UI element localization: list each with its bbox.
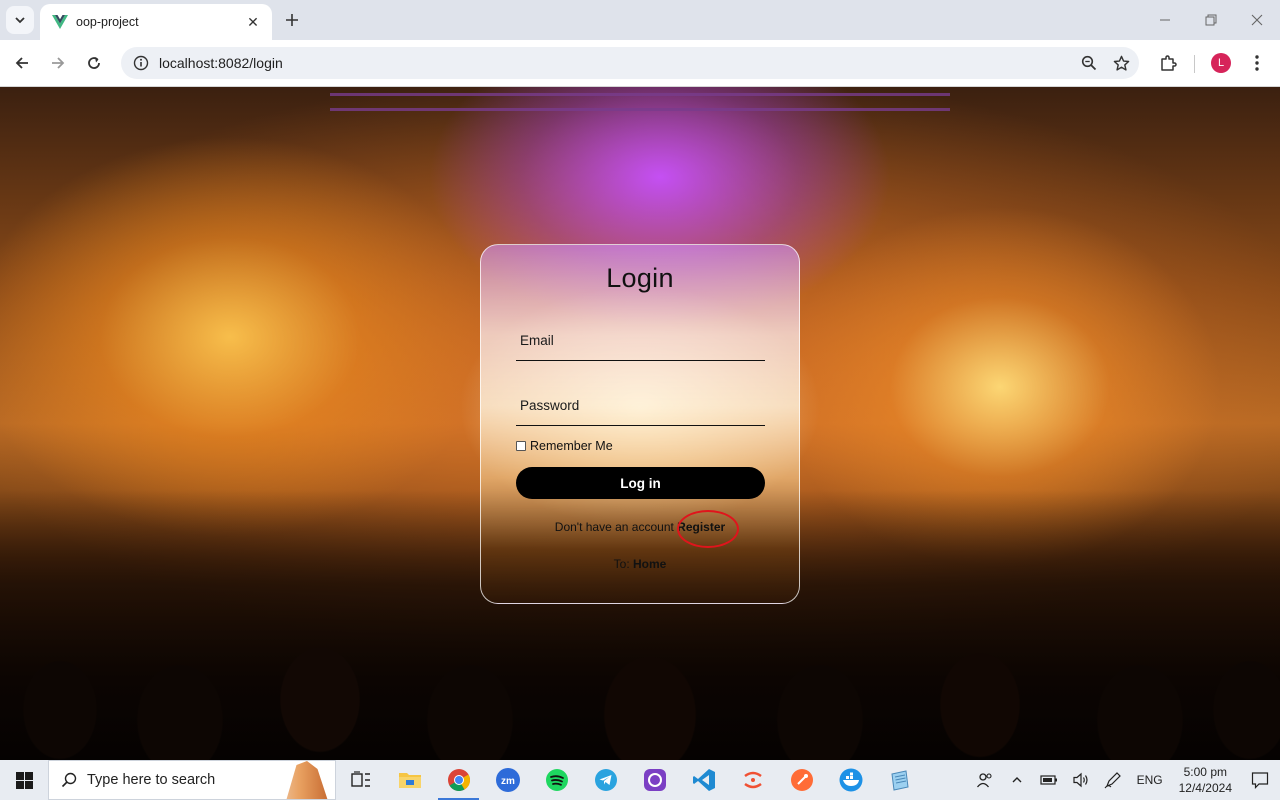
new-tab-button[interactable]	[280, 8, 304, 32]
no-account-text: Don't have an account	[554, 520, 674, 534]
pen-icon[interactable]	[1097, 760, 1129, 800]
telegram-button[interactable]	[581, 760, 630, 800]
email-field[interactable]	[516, 321, 765, 361]
restore-icon	[1205, 14, 1217, 26]
telegram-icon	[594, 769, 617, 791]
start-button[interactable]	[0, 760, 48, 800]
taskbar-search[interactable]: Type here to search	[48, 760, 336, 800]
close-icon[interactable]: ✕	[244, 13, 262, 31]
back-button[interactable]	[9, 50, 35, 76]
zoom-app-icon: zm	[495, 768, 520, 792]
language-indicator[interactable]: ENG	[1129, 773, 1171, 787]
chrome-icon	[447, 769, 470, 791]
git-button[interactable]	[728, 760, 777, 800]
to-text: To:	[613, 557, 630, 571]
clock-date: 12/4/2024	[1178, 781, 1232, 795]
forward-button[interactable]	[45, 50, 71, 76]
browser-toolbar: localhost:8082/login L	[0, 40, 1280, 87]
window-controls	[1142, 0, 1280, 40]
docker-button[interactable]	[826, 760, 875, 800]
notepad-icon	[890, 770, 909, 791]
zoom-button[interactable]: zm	[483, 760, 532, 800]
spotify-button[interactable]	[532, 760, 581, 800]
vue-icon	[52, 14, 68, 30]
address-bar[interactable]: localhost:8082/login	[121, 47, 1139, 79]
spotify-icon	[545, 769, 568, 791]
people-icon[interactable]	[969, 760, 1001, 800]
system-tray: ENG 5:00 pm 12/4/2024	[969, 760, 1280, 800]
puzzle-icon	[1161, 55, 1177, 71]
file-explorer-button[interactable]	[385, 760, 434, 800]
home-link[interactable]: Home	[633, 557, 666, 571]
remember-me[interactable]: Remember Me	[516, 439, 613, 453]
close-window-button[interactable]	[1234, 0, 1280, 40]
minimize-icon	[1160, 19, 1170, 21]
page-title: Login	[606, 263, 674, 293]
arrow-left-icon	[15, 57, 28, 69]
battery-icon[interactable]	[1033, 760, 1065, 800]
docker-icon	[839, 768, 862, 792]
taskbar: Type here to search zm ENG 5:00 pm 12/4/…	[0, 760, 1280, 800]
annotation-circle	[677, 510, 739, 548]
clock[interactable]: 5:00 pm 12/4/2024	[1171, 764, 1240, 796]
reload-button[interactable]	[81, 50, 107, 76]
vscode-button[interactable]	[679, 760, 728, 800]
menu-button[interactable]	[1244, 50, 1270, 76]
info-icon[interactable]	[133, 55, 149, 71]
search-placeholder: Type here to search	[87, 772, 216, 788]
login-button[interactable]: Log in	[516, 467, 765, 499]
minimize-button[interactable]	[1142, 0, 1188, 40]
chevron-down-icon	[15, 17, 25, 24]
browser-tab[interactable]: oop-project ✕	[40, 4, 272, 40]
search-icon	[61, 772, 77, 788]
star-icon[interactable]	[1107, 49, 1135, 77]
vscode-icon	[692, 769, 715, 791]
postman-button[interactable]	[777, 760, 826, 800]
volume-icon[interactable]	[1065, 760, 1097, 800]
home-prompt: To: Home	[481, 557, 799, 571]
password-input[interactable]	[516, 386, 765, 425]
folder-icon	[398, 773, 421, 788]
email-input[interactable]	[516, 321, 765, 360]
login-card: Login Remember Me Log in Don't have an a…	[480, 244, 800, 604]
password-field[interactable]	[516, 386, 765, 426]
github-icon	[643, 769, 666, 791]
github-desktop-button[interactable]	[630, 760, 679, 800]
notification-button[interactable]	[1240, 760, 1280, 800]
zoom-icon[interactable]	[1075, 49, 1103, 77]
restore-button[interactable]	[1188, 0, 1234, 40]
search-highlight-image	[286, 761, 328, 799]
avatar: L	[1211, 53, 1231, 73]
tab-title: oop-project	[76, 15, 139, 29]
url-text[interactable]: localhost:8082/login	[159, 55, 1075, 71]
chrome-button[interactable]	[434, 760, 483, 800]
toolbar-divider	[1194, 55, 1195, 73]
clock-time: 5:00 pm	[1183, 765, 1227, 779]
plus-icon	[286, 14, 298, 26]
windows-icon	[15, 771, 33, 789]
notepad-button[interactable]	[875, 760, 924, 800]
remember-label: Remember Me	[530, 439, 613, 453]
task-view-button[interactable]	[336, 760, 385, 800]
remember-checkbox[interactable]	[516, 441, 526, 451]
extensions-button[interactable]	[1155, 50, 1181, 76]
notification-icon	[1251, 772, 1269, 789]
reload-icon	[88, 57, 100, 69]
svg-text:zm: zm	[501, 776, 515, 787]
postman-icon	[790, 769, 813, 791]
task-view-icon	[350, 771, 370, 787]
arrow-right-icon	[52, 57, 65, 69]
more-vertical-icon	[1255, 55, 1259, 71]
chevron-up-icon[interactable]	[1001, 760, 1033, 800]
profile-button[interactable]: L	[1208, 50, 1234, 76]
git-icon	[743, 771, 762, 789]
concert-background: Login Remember Me Log in Don't have an a…	[0, 87, 1280, 760]
stage-truss	[330, 93, 950, 111]
tab-strip: oop-project ✕	[0, 0, 1280, 40]
register-prompt: Don't have an account Register	[481, 520, 799, 534]
close-icon	[1251, 14, 1263, 26]
tab-search-button[interactable]	[6, 6, 34, 34]
